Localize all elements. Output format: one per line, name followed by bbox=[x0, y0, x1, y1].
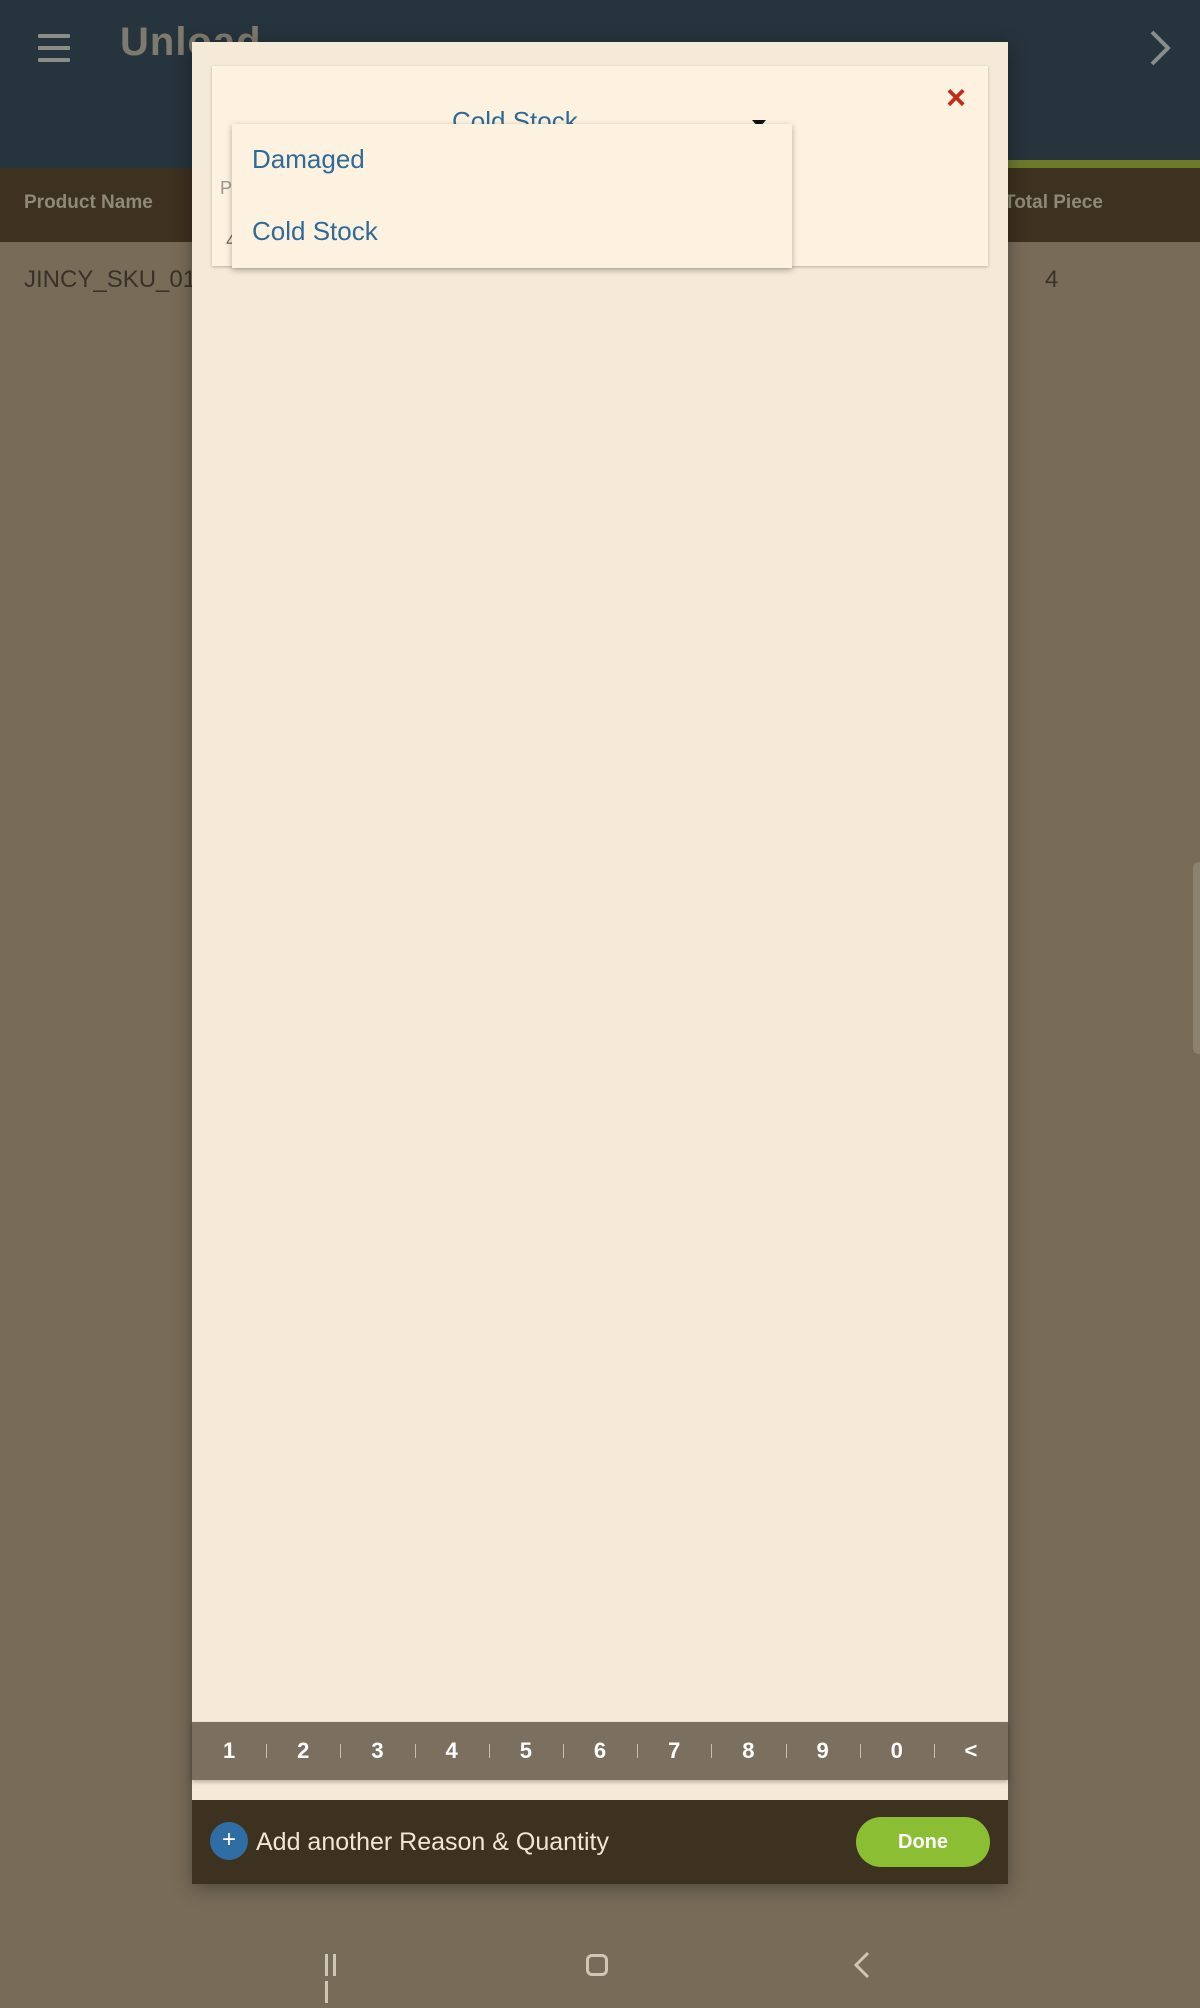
numeric-keypad: 1 2 3 4 5 6 7 8 9 0 < bbox=[192, 1722, 1008, 1780]
column-header-total-piece: Total Piece bbox=[1004, 192, 1103, 213]
hamburger-menu-icon[interactable] bbox=[38, 34, 70, 64]
reason-dropdown-menu: Damaged Cold Stock bbox=[232, 124, 792, 268]
dropdown-option-damaged[interactable]: Damaged bbox=[232, 124, 792, 196]
reason-quantity-dialog: Cold Stock × P 4 bbox=[192, 42, 1008, 1884]
keypad-key-2[interactable]: 2 bbox=[266, 1722, 340, 1780]
dropdown-option-cold-stock[interactable]: Cold Stock bbox=[232, 196, 792, 268]
keypad-key-6[interactable]: 6 bbox=[562, 1722, 637, 1780]
keypad-key-3[interactable]: 3 bbox=[340, 1722, 414, 1780]
add-icon[interactable]: + bbox=[210, 1822, 248, 1860]
keypad-key-0[interactable]: 0 bbox=[859, 1722, 934, 1780]
done-button[interactable]: Done bbox=[856, 1817, 990, 1867]
dialog-footer: + Add another Reason & Quantity Done bbox=[192, 1800, 1008, 1884]
row-total-piece: 4 bbox=[1045, 266, 1059, 293]
keypad-key-4[interactable]: 4 bbox=[414, 1722, 489, 1780]
header-accent-stripe bbox=[1000, 160, 1200, 168]
chevron-right-icon[interactable] bbox=[1148, 28, 1174, 68]
recents-icon[interactable] bbox=[325, 1954, 347, 2003]
keypad-backspace-key[interactable]: < bbox=[933, 1722, 1008, 1780]
keypad-key-7[interactable]: 7 bbox=[637, 1722, 711, 1780]
keypad-key-8[interactable]: 8 bbox=[711, 1722, 785, 1780]
home-icon[interactable] bbox=[586, 1954, 608, 1976]
keypad-key-5[interactable]: 5 bbox=[488, 1722, 563, 1780]
system-nav-bar bbox=[0, 1920, 1200, 2003]
row-product-name: JINCY_SKU_01 bbox=[24, 266, 197, 293]
back-icon[interactable] bbox=[852, 1950, 872, 1980]
scrollbar-thumb[interactable] bbox=[1193, 862, 1200, 1054]
keypad-key-9[interactable]: 9 bbox=[785, 1722, 860, 1780]
quantity-label: P bbox=[220, 178, 233, 198]
keypad-key-1[interactable]: 1 bbox=[192, 1722, 266, 1780]
column-header-product-name: Product Name bbox=[24, 192, 153, 213]
close-icon[interactable]: × bbox=[938, 80, 974, 116]
add-reason-button[interactable]: Add another Reason & Quantity bbox=[256, 1828, 609, 1857]
